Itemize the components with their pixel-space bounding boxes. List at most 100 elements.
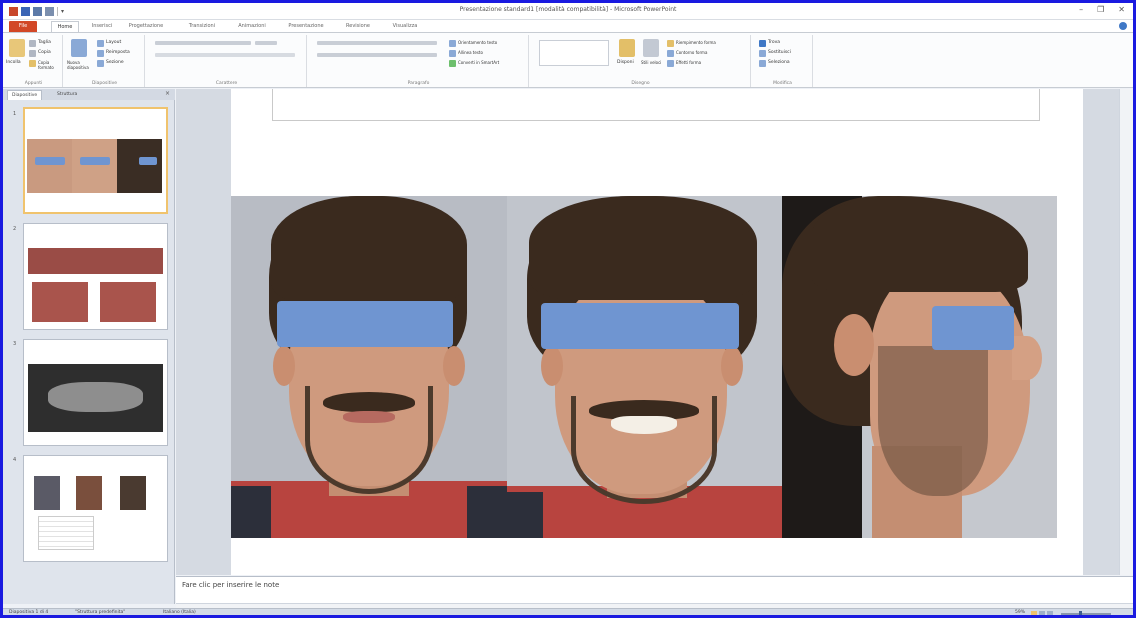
- tab-slides[interactable]: Diapositive: [7, 90, 43, 100]
- tab-animations[interactable]: Animazioni: [233, 21, 271, 32]
- font-size-dropdown[interactable]: [255, 41, 277, 45]
- align-text-button[interactable]: Allinea testo: [458, 50, 483, 55]
- tab-file[interactable]: File: [9, 21, 37, 32]
- slides-group-label: Diapositive: [91, 81, 118, 86]
- find-icon[interactable]: [759, 40, 766, 47]
- thumbnail-photo-c: [120, 476, 146, 510]
- slide-editing-area: [176, 89, 1133, 575]
- vertical-scrollbar[interactable]: [1119, 89, 1133, 575]
- shape-effects-button[interactable]: Effetti forma: [676, 60, 701, 65]
- replace-icon[interactable]: [759, 50, 766, 57]
- reset-icon[interactable]: [97, 50, 104, 57]
- app-window: ▾ Presentazione standard1 [modalità comp…: [0, 0, 1136, 618]
- current-slide[interactable]: [231, 89, 1083, 575]
- zoom-track[interactable]: [1061, 613, 1111, 615]
- arrange-button[interactable]: Disponi: [617, 60, 634, 65]
- tab-outline[interactable]: Struttura: [53, 90, 81, 100]
- new-slide-button[interactable]: Nuova diapositiva: [67, 60, 97, 70]
- thumbnail-slide-3[interactable]: [23, 339, 168, 446]
- section-button[interactable]: Sezione: [106, 60, 124, 65]
- tab-view[interactable]: Visualizza: [387, 21, 423, 32]
- clipboard-group-label: Appunti: [24, 81, 43, 86]
- thumbnail-photos: [27, 139, 162, 193]
- quick-styles-icon[interactable]: [643, 39, 659, 57]
- shape-outline-icon[interactable]: [667, 50, 674, 57]
- smartart-button[interactable]: Converti in SmartArt: [458, 60, 499, 65]
- shape-effects-icon[interactable]: [667, 60, 674, 67]
- smiling-photo[interactable]: [507, 196, 782, 538]
- thumbnail-photo-b: [76, 476, 102, 510]
- tab-insert[interactable]: Inserisci: [87, 21, 117, 32]
- notes-pane[interactable]: Fare clic per inserire le note: [176, 576, 1133, 603]
- pane-tabs: Diapositive Struttura ×: [3, 89, 175, 100]
- paragraph-group: Orientamento testo Allinea testo Convert…: [309, 35, 529, 87]
- shapes-gallery[interactable]: [539, 40, 609, 66]
- paragraph-group-label: Paragrafo: [407, 81, 430, 86]
- font-group: Carattere: [147, 35, 307, 87]
- thumbnail-slide-1[interactable]: [23, 107, 168, 214]
- zoom-knob[interactable]: [1079, 611, 1082, 615]
- tab-review[interactable]: Revisione: [341, 21, 375, 32]
- thumbnail-slide-4[interactable]: [23, 455, 168, 562]
- select-button[interactable]: Seleziona: [768, 60, 790, 65]
- tab-slideshow[interactable]: Presentazione: [283, 21, 329, 32]
- list-buttons[interactable]: [317, 41, 437, 45]
- format-painter-icon[interactable]: [29, 60, 36, 67]
- text-direction-button[interactable]: Orientamento testo: [458, 40, 497, 45]
- shape-fill-button[interactable]: Riempimento forma: [676, 40, 716, 45]
- align-text-icon[interactable]: [449, 50, 456, 57]
- sorter-view-icon[interactable]: [1039, 611, 1045, 615]
- select-icon[interactable]: [759, 60, 766, 67]
- quick-styles-button[interactable]: Stili veloci: [641, 60, 663, 65]
- reset-button[interactable]: Reimposta: [106, 50, 130, 55]
- notes-placeholder: Fare clic per inserire le note: [182, 581, 280, 589]
- format-painter-button[interactable]: Copia formato: [38, 60, 62, 70]
- new-slide-icon[interactable]: [71, 39, 87, 57]
- layout-icon[interactable]: [97, 40, 104, 47]
- cut-button[interactable]: Taglia: [38, 40, 51, 45]
- zoom-level[interactable]: 59%: [1015, 610, 1025, 615]
- language-indicator[interactable]: Italiano (Italia): [163, 610, 196, 615]
- shape-outline-button[interactable]: Contorno forma: [676, 50, 707, 55]
- slides-group: Nuova diapositiva Layout Reimposta Sezio…: [65, 35, 145, 87]
- thumbnail-slide-2[interactable]: [23, 223, 168, 330]
- copy-icon[interactable]: [29, 50, 36, 57]
- smartart-icon[interactable]: [449, 60, 456, 67]
- minimize-button[interactable]: –: [1079, 5, 1083, 14]
- cut-icon[interactable]: [29, 40, 36, 47]
- tab-transitions[interactable]: Transizioni: [183, 21, 221, 32]
- layout-button[interactable]: Layout: [106, 40, 121, 45]
- maximize-button[interactable]: ❐: [1097, 5, 1104, 14]
- pane-close-icon[interactable]: ×: [165, 90, 170, 97]
- privacy-bar-3: [932, 306, 1014, 350]
- paste-icon[interactable]: [9, 39, 25, 57]
- theme-name: "Struttura predefinita": [75, 610, 126, 615]
- thumbnail-xray: [28, 364, 163, 432]
- arrange-icon[interactable]: [619, 39, 635, 57]
- close-button[interactable]: ✕: [1118, 5, 1125, 14]
- zoom-slider[interactable]: [1031, 611, 1121, 615]
- tab-design[interactable]: Progettazione: [123, 21, 169, 32]
- font-group-label: Carattere: [215, 81, 238, 86]
- profile-photo[interactable]: [782, 196, 1057, 538]
- font-name-dropdown[interactable]: [155, 41, 251, 45]
- section-icon[interactable]: [97, 60, 104, 67]
- thumbnail-number: 3: [13, 341, 17, 347]
- clipboard-group: Incolla Taglia Copia Copia formato Appun…: [5, 35, 63, 87]
- normal-view-icon[interactable]: [1031, 611, 1037, 615]
- reading-view-icon[interactable]: [1047, 611, 1053, 615]
- shape-fill-icon[interactable]: [667, 40, 674, 47]
- help-icon[interactable]: [1119, 22, 1127, 30]
- copy-button[interactable]: Copia: [38, 50, 51, 55]
- editing-group: Trova Sostituisci Seleziona Modifica: [753, 35, 813, 87]
- alignment-buttons[interactable]: [317, 53, 437, 57]
- find-button[interactable]: Trova: [768, 40, 780, 45]
- tab-home[interactable]: Home: [51, 21, 79, 32]
- paste-button[interactable]: Incolla: [6, 60, 21, 65]
- frontal-photo[interactable]: [231, 196, 507, 538]
- slide-text-placeholder[interactable]: [272, 89, 1040, 121]
- text-direction-icon[interactable]: [449, 40, 456, 47]
- ribbon: Incolla Taglia Copia Copia formato Appun…: [3, 32, 1133, 88]
- font-format-buttons[interactable]: [155, 53, 295, 57]
- replace-button[interactable]: Sostituisci: [768, 50, 791, 55]
